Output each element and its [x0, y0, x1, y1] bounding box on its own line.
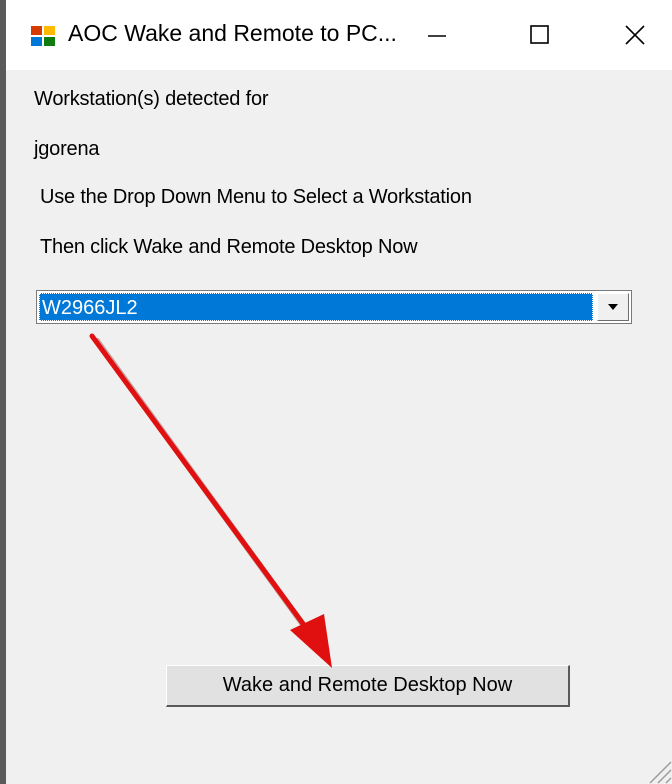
window-title: AOC Wake and Remote to PC...: [68, 20, 397, 46]
arrow-head: [290, 614, 332, 668]
dropdown-toggle-button[interactable]: [597, 293, 629, 321]
close-icon: [625, 25, 645, 45]
app-icon: [31, 26, 55, 46]
workstation-dropdown[interactable]: W2966JL2: [36, 290, 632, 324]
minimize-button[interactable]: [414, 14, 460, 56]
maximize-icon: [530, 25, 549, 44]
close-button[interactable]: [612, 14, 658, 56]
title-bar[interactable]: AOC Wake and Remote to PC...: [6, 0, 672, 70]
arrow-shaft: [89, 333, 315, 639]
maximize-button[interactable]: [517, 14, 563, 56]
detected-label: Workstation(s) detected for: [34, 88, 269, 110]
minimize-icon: [428, 35, 446, 37]
username-label: jgorena: [34, 138, 100, 160]
instruction-click-label: Then click Wake and Remote Desktop Now: [40, 236, 418, 258]
wake-remote-button[interactable]: Wake and Remote Desktop Now: [166, 665, 570, 707]
workstation-selected-value[interactable]: W2966JL2: [39, 293, 593, 321]
chevron-down-icon: [608, 304, 618, 310]
app-window: AOC Wake and Remote to PC... Workstation…: [0, 0, 672, 784]
resize-grip-icon[interactable]: [642, 754, 672, 784]
instruction-select-label: Use the Drop Down Menu to Select a Works…: [40, 186, 472, 208]
